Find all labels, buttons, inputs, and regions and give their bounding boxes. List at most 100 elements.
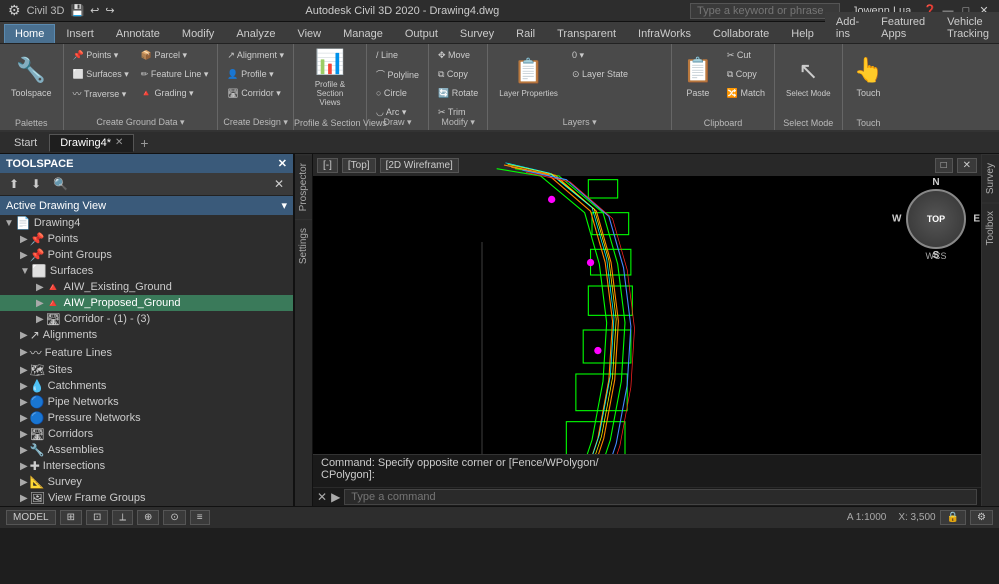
tree-item-17[interactable]: ▶🖼View Frame Groups (0, 490, 293, 506)
tree-item-0[interactable]: ▼📄Drawing4 (0, 215, 293, 231)
tree-item-5[interactable]: ▶🔺AIW_Proposed_Ground (0, 295, 293, 311)
create-ground-col2: 📦 Parcel ▾ ✏ Feature Line ▾ 🔺 Grading ▾ (136, 46, 214, 116)
ribbon-tab-collaborate[interactable]: Collaborate (702, 24, 780, 43)
profile-section-views-button[interactable]: 📊 Profile & Section Views (298, 46, 362, 108)
layer-dropdown[interactable]: 0 ▾ (567, 46, 667, 64)
tree-item-2[interactable]: ▶📌Point Groups (0, 247, 293, 263)
settings-tab[interactable]: Settings (295, 219, 312, 272)
quick-access-save[interactable]: 💾 (70, 4, 84, 17)
prospector-tab[interactable]: Prospector (295, 154, 312, 219)
profile-button[interactable]: 👤 Profile ▾ (222, 65, 289, 83)
osnap-button[interactable]: ⊙ (163, 510, 185, 525)
compass-circle[interactable]: TOP (906, 189, 966, 249)
cmd-x-icon[interactable]: ✕ (317, 490, 327, 504)
ribbon-tab-infraworks[interactable]: InfraWorks (627, 24, 702, 43)
ribbon-tab-home[interactable]: Home (4, 24, 55, 43)
ribbon-tab-view[interactable]: View (286, 24, 332, 43)
tree-item-4[interactable]: ▶🔺AIW_Existing_Ground (0, 279, 293, 295)
ribbon-tab-insert[interactable]: Insert (55, 24, 105, 43)
polyline-button[interactable]: ⌒ Polyline (371, 65, 424, 83)
drawing4-tab-close[interactable]: ✕ (115, 137, 123, 148)
lock-icon[interactable]: 🔒 (940, 510, 966, 525)
feature-line-button[interactable]: ✏ Feature Line ▾ (136, 65, 214, 83)
ribbon-tab-vehicle-tracking[interactable]: Vehicle Tracking (936, 12, 999, 43)
settings-gear[interactable]: ⚙ (970, 510, 993, 525)
ribbon-tab-help[interactable]: Help (780, 24, 825, 43)
ribbon-tab-transparent[interactable]: Transparent (546, 24, 627, 43)
paste-label: Paste (686, 88, 709, 98)
new-tab-button[interactable]: + (136, 135, 152, 151)
tree-item-6[interactable]: ▶🛣Corridor - (1) - (3) (0, 311, 293, 327)
ribbon-tabs: HomeInsertAnnotateModifyAnalyzeViewManag… (0, 22, 999, 44)
toolspace-button[interactable]: 🔧 Toolspace (4, 46, 59, 108)
survey-tab[interactable]: Survey (982, 154, 999, 202)
ts-up-btn[interactable]: ⬆ (4, 175, 24, 193)
rotate-button[interactable]: 🔄 Rotate (433, 84, 483, 102)
global-search-input[interactable] (690, 3, 840, 19)
ribbon-tab-annotate[interactable]: Annotate (105, 24, 171, 43)
ts-down-btn[interactable]: ⬇ (26, 175, 46, 193)
line-button[interactable]: / Line (371, 46, 424, 64)
ribbon-tab-manage[interactable]: Manage (332, 24, 394, 43)
layer-properties-button[interactable]: 📋 Layer Properties (492, 46, 565, 108)
tree-item-11[interactable]: ▶🔵Pipe Networks (0, 394, 293, 410)
copy-clip-button[interactable]: ⧉ Copy (722, 65, 770, 83)
tree-item-15[interactable]: ▶✚Intersections (0, 458, 293, 474)
circle-button[interactable]: ○ Circle (371, 84, 424, 102)
clipboard-col2: ✂ Cut ⧉ Copy 🔀 Match (722, 46, 770, 116)
ribbon-tab-analyze[interactable]: Analyze (225, 24, 286, 43)
corridor-button[interactable]: 🛣 Corridor ▾ (222, 84, 289, 102)
coord-display: X: 3,500 (898, 512, 935, 523)
drawing4-tab[interactable]: Drawing4* ✕ (49, 134, 134, 152)
ts-search-btn[interactable]: 🔍 (48, 175, 73, 193)
surfaces-button[interactable]: ⬜ Surfaces ▾ (68, 65, 134, 83)
select-mode-button[interactable]: ↖ Select Mode (779, 46, 837, 108)
cut-button[interactable]: ✂ Cut (722, 46, 770, 64)
alignment-button[interactable]: ↗ Alignment ▾ (222, 46, 289, 64)
tree-item-12[interactable]: ▶🔵Pressure Networks (0, 410, 293, 426)
ribbon-tab-rail[interactable]: Rail (505, 24, 546, 43)
ribbon-tab-modify[interactable]: Modify (171, 24, 225, 43)
tree-item-14[interactable]: ▶🔧Assemblies (0, 442, 293, 458)
snap-button[interactable]: ⊡ (86, 510, 108, 525)
toolbox-tab[interactable]: Toolbox (982, 202, 999, 253)
paste-button[interactable]: 📋 Paste (676, 46, 720, 108)
touch-button[interactable]: 👆 Touch (847, 46, 891, 108)
toolspace-close-icon[interactable]: ✕ (278, 157, 287, 170)
polar-button[interactable]: ⊕ (137, 510, 159, 525)
model-button[interactable]: MODEL (6, 510, 56, 525)
points-button[interactable]: 📌 Points ▾ (68, 46, 134, 64)
tree-item-16[interactable]: ▶📐Survey (0, 474, 293, 490)
tree-item-7[interactable]: ▶↗Alignments (0, 327, 293, 343)
grading-button[interactable]: 🔺 Grading ▾ (136, 84, 214, 102)
quick-access-redo[interactable]: ↪ (105, 4, 114, 17)
cmd-arrow-icon[interactable]: ▶ (331, 490, 340, 504)
start-tab[interactable]: Start (4, 135, 47, 151)
tree-item-3[interactable]: ▼⬜Surfaces (0, 263, 293, 279)
view-dropdown-icon[interactable]: ▾ (281, 199, 287, 212)
command-input[interactable] (344, 489, 977, 505)
parcel-button[interactable]: 📦 Parcel ▾ (136, 46, 214, 64)
move-button[interactable]: ✥ Move (433, 46, 483, 64)
tree-item-8[interactable]: ▶〰Feature Lines (0, 343, 293, 362)
ribbon-tab-survey[interactable]: Survey (449, 24, 505, 43)
copy-button[interactable]: ⧉ Copy (433, 65, 483, 83)
traverse-button[interactable]: 〰 Traverse ▾ (68, 84, 134, 102)
tree-item-10[interactable]: ▶💧Catchments (0, 378, 293, 394)
touch-icon: 👆 (854, 56, 884, 85)
match-props-button[interactable]: 🔀 Match (722, 84, 770, 102)
quick-access-undo[interactable]: ↩ (90, 4, 99, 17)
ortho-button[interactable]: ⟂ (112, 510, 133, 525)
layer-state-btn[interactable]: ⊙ Layer State (567, 65, 667, 83)
tree-item-13[interactable]: ▶🛣Corridors (0, 426, 293, 442)
grid-button[interactable]: ⊞ (60, 510, 82, 525)
ribbon-tab-add-ins[interactable]: Add-ins (825, 12, 870, 43)
viewport[interactable]: [-] [Top] [2D Wireframe] □ ✕ (313, 154, 981, 506)
ribbon-tab-featured-apps[interactable]: Featured Apps (870, 12, 936, 43)
lineweight-button[interactable]: ≡ (190, 510, 210, 525)
ribbon-tab-output[interactable]: Output (394, 24, 449, 43)
ts-close-btn[interactable]: ✕ (269, 175, 289, 193)
tree-item-9[interactable]: ▶🗺Sites (0, 362, 293, 378)
tree-item-1[interactable]: ▶📌Points (0, 231, 293, 247)
clipboard-col1: 📋 Paste (676, 46, 720, 122)
